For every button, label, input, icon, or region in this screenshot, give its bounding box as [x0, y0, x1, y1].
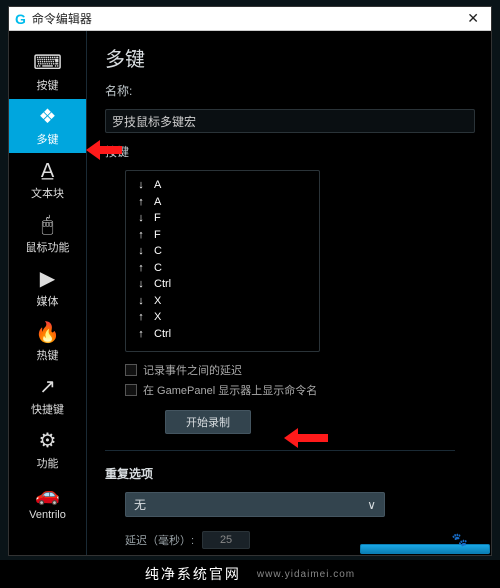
repeat-value: 无 — [134, 496, 146, 513]
arrow-down-icon: ↓ — [136, 177, 146, 194]
sidebar: ⌨ 按键 ❖ 多键 A̲ 文本块 🖱 鼠标功能 ▶ 媒体 🔥 热键 — [9, 31, 87, 555]
gear-icon: ⚙ — [39, 431, 57, 451]
panel-heading: 多键 — [105, 43, 475, 72]
sidebar-item-mouse[interactable]: 🖱 鼠标功能 — [9, 207, 86, 261]
sidebar-item-label: 功能 — [37, 455, 59, 471]
sidebar-item-media[interactable]: ▶ 媒体 — [9, 261, 86, 315]
sidebar-item-label: 文本块 — [31, 185, 64, 201]
command-editor-window: G 命令编辑器 ✕ ⌨ 按键 ❖ 多键 A̲ 文本块 🖱 鼠标功能 ▶ — [8, 6, 492, 556]
repeat-section-title: 重复选项 — [105, 465, 475, 482]
arrow-up-icon: ↑ — [136, 227, 146, 244]
gamepanel-option[interactable]: 在 GamePanel 显示器上显示命令名 — [125, 382, 475, 398]
mouse-icon: 🖱 — [42, 215, 54, 235]
sidebar-item-function[interactable]: ⚙ 功能 — [9, 423, 86, 477]
sidebar-item-hotkeys[interactable]: 🔥 热键 — [9, 315, 86, 369]
sidebar-item-label: Ventrilo — [29, 509, 66, 521]
start-recording-button[interactable]: 开始录制 — [165, 410, 251, 434]
key-row[interactable]: ↓X — [136, 293, 309, 310]
sidebar-item-label: 热键 — [37, 347, 59, 363]
content-panel: 多键 名称: 按键 ↓A ↑A ↓F ↑F ↓C ↑C ↓Ctrl ↓X ↑X … — [87, 31, 491, 555]
key-row[interactable]: ↑ Ctrl — [136, 326, 309, 343]
gamepanel-label: 在 GamePanel 显示器上显示命令名 — [143, 382, 317, 398]
sidebar-item-label: 快捷键 — [31, 401, 64, 417]
record-delays-checkbox[interactable] — [125, 364, 137, 376]
key-row[interactable]: ↓ Ctrl — [136, 276, 309, 293]
key-name: Ctrl — [154, 276, 171, 293]
sidebar-item-textblock[interactable]: A̲ 文本块 — [9, 153, 86, 207]
key-row[interactable]: ↑X — [136, 309, 309, 326]
sidebar-item-label: 媒体 — [37, 293, 59, 309]
shortcut-icon: ↗ — [39, 377, 56, 397]
key-row[interactable]: ↑C — [136, 260, 309, 277]
arrow-down-icon: ↓ — [136, 243, 146, 260]
sidebar-item-label: 按键 — [37, 77, 59, 93]
record-delays-label: 记录事件之间的延迟 — [143, 362, 242, 378]
sidebar-item-multikey[interactable]: ❖ 多键 — [9, 99, 86, 153]
window-title: 命令编辑器 — [32, 10, 461, 27]
sidebar-item-ventrilo[interactable]: 🚗 Ventrilo — [9, 477, 86, 527]
key-name: A — [154, 177, 161, 194]
text-icon: A̲ — [41, 161, 54, 181]
name-input[interactable] — [105, 109, 475, 133]
close-icon[interactable]: ✕ — [461, 10, 485, 27]
divider — [105, 450, 455, 451]
gamepanel-checkbox[interactable] — [125, 384, 137, 396]
sidebar-item-label: 鼠标功能 — [26, 239, 70, 255]
repeat-select[interactable]: 无 ∨ — [125, 492, 385, 517]
multikey-icon: ❖ — [39, 107, 57, 127]
play-icon: ▶ — [40, 269, 55, 289]
brand-text: 纯净系统官网 — [145, 564, 241, 584]
titlebar: G 命令编辑器 ✕ — [9, 7, 491, 31]
fire-icon: 🔥 — [35, 323, 60, 343]
sidebar-item-shortcut[interactable]: ↗ 快捷键 — [9, 369, 86, 423]
arrow-up-icon: ↑ — [136, 326, 146, 343]
sidebar-item-label: 多键 — [37, 131, 59, 147]
arrow-up-icon: ↑ — [136, 309, 146, 326]
key-name: F — [154, 210, 161, 227]
record-delays-option[interactable]: 记录事件之间的延迟 — [125, 362, 475, 378]
delay-label: 延迟（毫秒）: — [125, 532, 194, 548]
key-row[interactable]: ↑F — [136, 227, 309, 244]
watermark-footer: 🐾 纯净系统官网 www.yidaimei.com — [0, 560, 500, 588]
arrow-down-icon: ↓ — [136, 293, 146, 310]
keys-label: 按键 — [105, 143, 475, 160]
key-name: F — [154, 227, 161, 244]
key-name: C — [154, 243, 162, 260]
logitech-logo-icon: G — [15, 11, 26, 27]
key-name: Ctrl — [154, 326, 171, 343]
arrow-up-icon: ↑ — [136, 260, 146, 277]
keystroke-list[interactable]: ↓A ↑A ↓F ↑F ↓C ↑C ↓Ctrl ↓X ↑X ↑Ctrl — [125, 170, 320, 352]
key-name: X — [154, 309, 161, 326]
key-name: X — [154, 293, 161, 310]
key-row[interactable]: ↓F — [136, 210, 309, 227]
key-name: A — [154, 194, 161, 211]
chevron-down-icon: ∨ — [367, 498, 376, 512]
window-body: ⌨ 按键 ❖ 多键 A̲ 文本块 🖱 鼠标功能 ▶ 媒体 🔥 热键 — [9, 31, 491, 555]
arrow-up-icon: ↑ — [136, 194, 146, 211]
key-row[interactable]: ↑A — [136, 194, 309, 211]
keyboard-icon: ⌨ — [33, 53, 62, 73]
key-row[interactable]: ↓C — [136, 243, 309, 260]
paw-icon: 🐾 — [452, 532, 470, 548]
delay-input[interactable] — [202, 531, 250, 549]
name-label: 名称: — [105, 82, 475, 99]
confirm-button[interactable] — [360, 544, 490, 554]
sidebar-item-keystroke[interactable]: ⌨ 按键 — [9, 45, 86, 99]
site-url: www.yidaimei.com — [257, 569, 355, 580]
key-row[interactable]: ↓A — [136, 177, 309, 194]
arrow-down-icon: ↓ — [136, 276, 146, 293]
car-icon: 🚗 — [35, 485, 60, 505]
arrow-down-icon: ↓ — [136, 210, 146, 227]
key-name: C — [154, 260, 162, 277]
